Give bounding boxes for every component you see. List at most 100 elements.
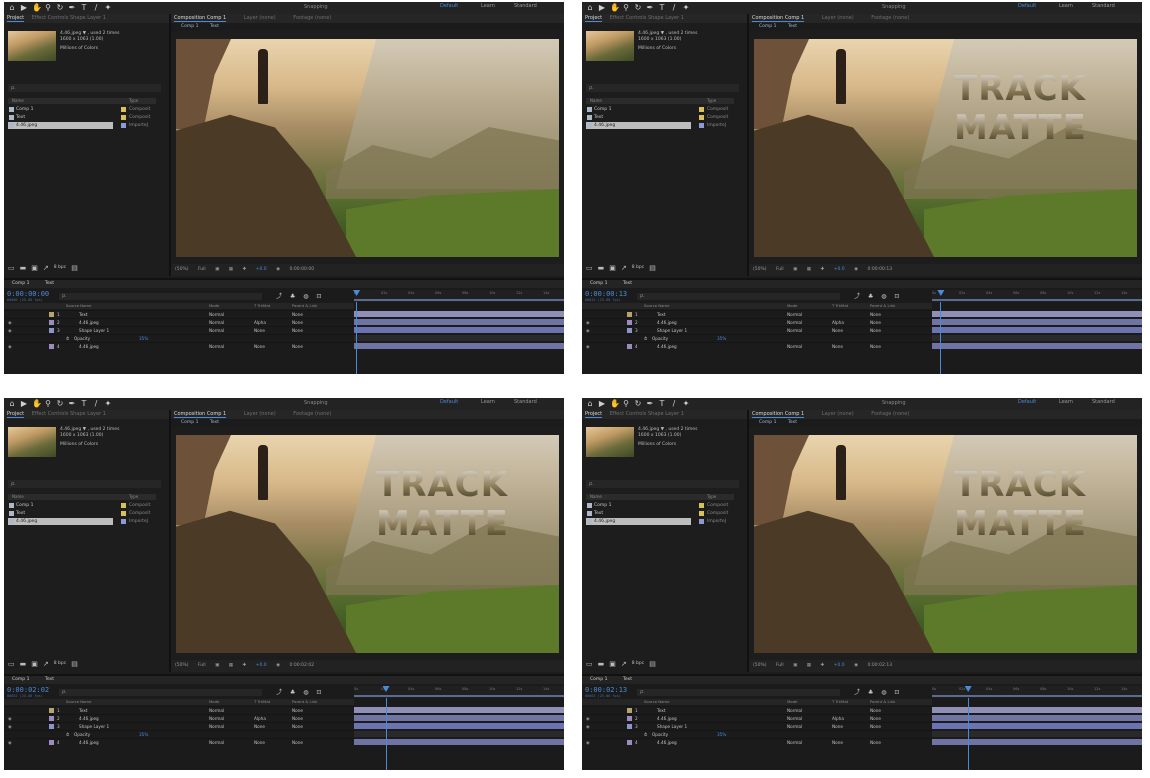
column-name[interactable]: Name	[590, 494, 602, 499]
layer-label-color[interactable]	[49, 724, 54, 729]
visibility-eye-icon[interactable]: ◉	[8, 739, 12, 746]
layer-mode[interactable]: Normal	[209, 327, 224, 334]
workspace-standard[interactable]: Standard	[514, 399, 537, 405]
snapping-checkbox[interactable]: Snapping	[304, 400, 328, 406]
layer-trkmat[interactable]: None	[254, 739, 265, 746]
label-color-swatch[interactable]	[699, 503, 704, 508]
label-color-swatch[interactable]	[699, 107, 704, 112]
puppet-tool-icon[interactable]: ✦	[104, 399, 112, 408]
layer-label-color[interactable]	[627, 312, 632, 317]
breadcrumb-text[interactable]: Text	[210, 24, 219, 29]
layer-name[interactable]: 4.46.jpeg	[657, 739, 677, 746]
layer-mode[interactable]: Normal	[209, 319, 224, 326]
project-item-comp-1[interactable]: Comp 1 Composit	[586, 106, 734, 113]
layer-name[interactable]: 4.46.jpeg	[657, 343, 677, 350]
text-tool-icon[interactable]: T	[658, 3, 666, 12]
project-item-comp-1[interactable]: Comp 1 Composit	[586, 502, 734, 509]
rotate-tool-icon[interactable]: ↻	[56, 399, 64, 408]
graph-editor-icon[interactable]: ⊡	[894, 689, 902, 696]
layer-bar-4-46-jpeg-bottom[interactable]	[354, 343, 564, 349]
new-composition-icon[interactable]: ▣	[609, 264, 616, 272]
layer-row-shape-layer-1[interactable]: ◉ 3 Shape Layer 1 Normal None None	[4, 326, 354, 334]
brush-tool-icon[interactable]: /	[92, 3, 100, 12]
layer-name[interactable]: 4.46.jpeg	[79, 319, 99, 326]
layer-name[interactable]: Text	[79, 311, 87, 318]
breadcrumb-text[interactable]: Text	[210, 420, 219, 425]
workspace-default[interactable]: Default	[1018, 3, 1036, 9]
timeline-tab-text[interactable]: Text	[623, 677, 632, 682]
layer-bar-4-46-jpeg-bottom[interactable]	[932, 739, 1142, 745]
home-icon[interactable]: ⌂	[586, 3, 594, 12]
new-composition-icon[interactable]: ▣	[31, 660, 38, 668]
layer-name[interactable]: Shape Layer 1	[79, 327, 109, 334]
visibility-eye-icon[interactable]: ◉	[8, 343, 12, 350]
home-icon[interactable]: ⌂	[8, 3, 16, 12]
project-item-text[interactable]: Text Composit	[8, 114, 156, 121]
project-search-input[interactable]: ρ.	[8, 480, 161, 488]
time-ruler[interactable]: 0s 02s 04s 06s 08s 10s 12s 14s	[932, 686, 1142, 698]
layer-mode[interactable]: Normal	[209, 715, 224, 722]
current-time-display[interactable]: 0:00:02:13 00063 (25.00 fps)	[585, 686, 627, 698]
time-ruler[interactable]: 0s 02s 04s 06s 08s 10s 12s 14s	[354, 290, 564, 302]
composition-frame[interactable]: TRACK MATTE	[754, 39, 1137, 257]
composition-flowchart-icon[interactable]: ⤴	[276, 689, 285, 696]
composition-frame[interactable]: TRACK MATTE	[176, 435, 559, 653]
playhead[interactable]	[356, 302, 358, 374]
tab-layer[interactable]: Layer (none)	[244, 15, 276, 21]
layer-mode[interactable]: Normal	[787, 319, 802, 326]
project-item-comp-1[interactable]: Comp 1 Composit	[8, 106, 156, 113]
tab-project[interactable]: Project	[585, 411, 603, 418]
bit-depth-button[interactable]: 8 bpc	[54, 660, 66, 668]
motion-blur-icon[interactable]: ◍	[881, 293, 889, 300]
snapping-checkbox[interactable]: Snapping	[882, 400, 906, 406]
composition-frame[interactable]	[176, 39, 559, 257]
timeline-search-input[interactable]: ρ.	[637, 689, 840, 696]
new-folder-icon[interactable]: ▬	[20, 660, 27, 668]
column-type[interactable]: Type	[129, 494, 138, 499]
breadcrumb-comp-1[interactable]: Comp 1	[759, 420, 776, 425]
work-area-bar[interactable]	[932, 695, 1142, 697]
layer-label-color[interactable]	[49, 312, 54, 317]
layer-parent[interactable]: None	[870, 707, 881, 714]
timeline-tab-text[interactable]: Text	[45, 281, 54, 286]
label-color-swatch[interactable]	[699, 115, 704, 120]
zoom-tool-icon[interactable]: ⚲	[622, 3, 630, 12]
layer-mode[interactable]: Normal	[787, 327, 802, 334]
layer-bar-4-46-jpeg-bottom[interactable]	[932, 343, 1142, 349]
tab-composition[interactable]: Composition Comp 1	[174, 411, 227, 418]
graph-editor-icon[interactable]: ⊡	[316, 293, 324, 300]
workspace-default[interactable]: Default	[440, 3, 458, 9]
layer-bar-shape-layer[interactable]	[354, 327, 564, 333]
snapshot-icon[interactable]: ◉	[276, 267, 280, 272]
breadcrumb-comp-1[interactable]: Comp 1	[759, 24, 776, 29]
layer-parent[interactable]: None	[870, 739, 881, 746]
layer-name[interactable]: Text	[79, 707, 87, 714]
selection-tool-icon[interactable]: ▶	[598, 3, 606, 12]
trash-icon[interactable]: ▤	[71, 660, 78, 668]
workspace-learn[interactable]: Learn	[481, 3, 495, 9]
project-search-input[interactable]: ρ.	[586, 480, 739, 488]
motion-blur-icon[interactable]: ◍	[303, 293, 311, 300]
column-parent[interactable]: Parent & Link	[292, 303, 317, 309]
timeline-tab-comp-1[interactable]: Comp 1	[12, 281, 29, 286]
work-area-bar[interactable]	[354, 695, 564, 697]
column-name[interactable]: Name	[590, 98, 602, 103]
project-item-text[interactable]: Text Composit	[586, 114, 734, 121]
breadcrumb-comp-1[interactable]: Comp 1	[181, 24, 198, 29]
playhead[interactable]	[967, 698, 969, 770]
layer-row-shape-layer-1[interactable]: ◉ 3 Shape Layer 1 Normal None None	[582, 326, 932, 334]
layer-bar-shape-layer[interactable]	[932, 327, 1142, 333]
hand-tool-icon[interactable]: ✋	[610, 399, 620, 408]
region-of-interest-icon[interactable]: ▣	[215, 663, 219, 668]
layer-label-color[interactable]	[627, 716, 632, 721]
tab-footage[interactable]: Footage (none)	[871, 411, 909, 417]
column-mode[interactable]: Mode	[787, 303, 797, 309]
new-folder-icon[interactable]: ▬	[20, 264, 27, 272]
resolution-dropdown[interactable]: Full	[198, 267, 206, 272]
project-search-input[interactable]: ρ.	[586, 84, 739, 92]
rotate-tool-icon[interactable]: ↻	[634, 3, 642, 12]
project-item-text[interactable]: Text Composit	[586, 510, 734, 517]
viewer-timecode[interactable]: 0:00:02:02	[289, 663, 314, 668]
region-of-interest-icon[interactable]: ▣	[215, 267, 219, 272]
layer-parent[interactable]: None	[292, 723, 303, 730]
